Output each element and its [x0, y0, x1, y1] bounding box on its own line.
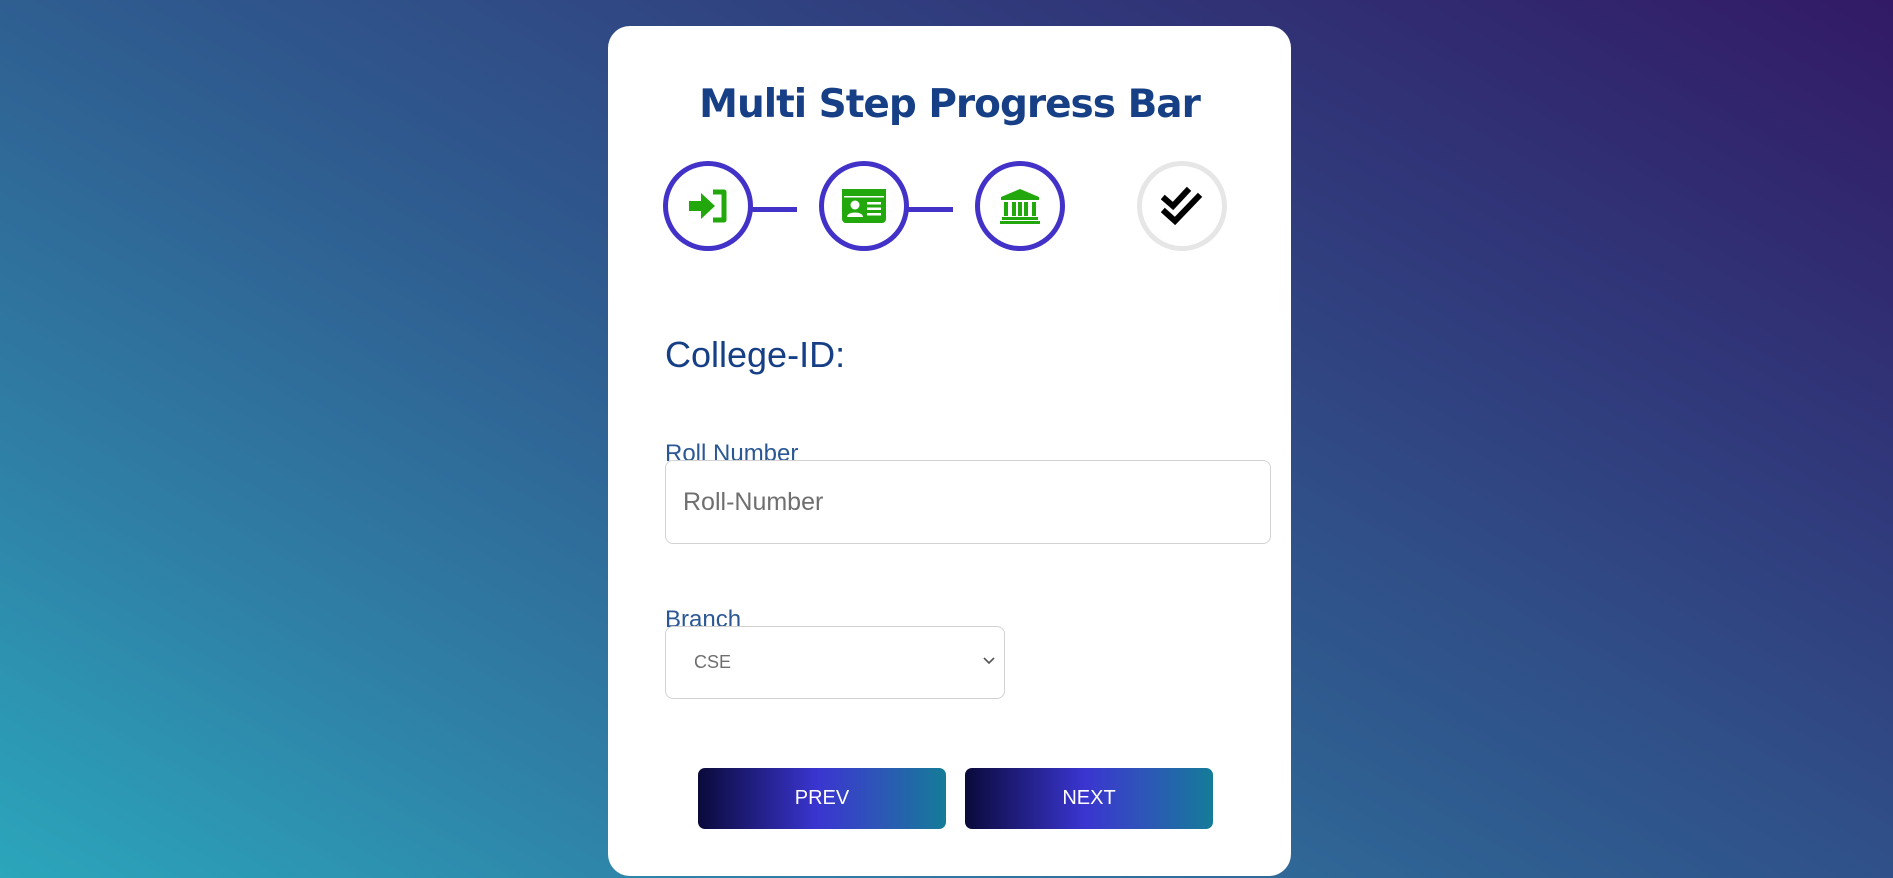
branch-selected-value: CSE: [694, 652, 732, 672]
double-check-icon: [1161, 186, 1203, 226]
chevron-down-icon: [983, 657, 995, 665]
section-heading: College-ID:: [665, 334, 846, 375]
step-2[interactable]: [819, 161, 909, 251]
prev-button[interactable]: PREV: [698, 768, 946, 829]
branch-select[interactable]: CSE: [665, 626, 1005, 699]
next-button[interactable]: NEXT: [965, 768, 1213, 829]
page-title: Multi Step Progress Bar: [699, 82, 1201, 127]
step-4[interactable]: [1137, 161, 1227, 251]
step-3[interactable]: [975, 161, 1065, 251]
sign-in-icon: [689, 189, 727, 223]
bank-icon: [1000, 189, 1040, 224]
step-1[interactable]: [663, 161, 753, 251]
id-card-icon: [842, 189, 886, 223]
roll-number-input[interactable]: [665, 460, 1271, 544]
form-card: Multi Step Progress Bar College-ID: Roll…: [608, 26, 1291, 876]
